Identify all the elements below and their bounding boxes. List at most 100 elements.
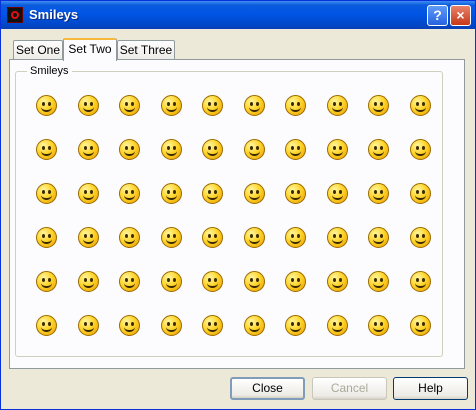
blank-smiley-icon[interactable] (278, 307, 312, 341)
top-hat-smiley-icon[interactable] (195, 175, 229, 209)
smiley-face-icon (368, 183, 389, 204)
crown-smiley-icon[interactable] (195, 219, 229, 253)
santa-smiley-icon[interactable] (403, 307, 437, 341)
laugh-smiley-icon[interactable] (278, 263, 312, 297)
sailboat-smiley-icon[interactable] (237, 87, 271, 121)
grimace-smiley-icon[interactable] (403, 263, 437, 297)
tab-set-two[interactable]: Set Two (63, 38, 117, 61)
title-bar[interactable]: Smileys ? × (1, 1, 475, 29)
bandana-smiley-icon[interactable] (112, 219, 146, 253)
music-smiley-icon[interactable] (237, 307, 271, 341)
taz-smiley-icon[interactable] (71, 307, 105, 341)
coolie-hat-smiley-icon[interactable] (154, 131, 188, 165)
alien-smiley-icon[interactable] (71, 87, 105, 121)
chef-smiley-icon[interactable] (112, 131, 146, 165)
devil-smiley-icon[interactable] (403, 131, 437, 165)
cancel-button[interactable]: Cancel (312, 377, 387, 400)
smiley-face-icon (77, 139, 99, 160)
teddy-smiley-icon[interactable] (154, 219, 188, 253)
glasses-smiley-icon[interactable] (278, 219, 312, 253)
ruler-smiley-icon[interactable] (195, 307, 229, 341)
dead-smiley-icon[interactable] (403, 219, 437, 253)
chief-headdress-smiley-icon[interactable] (154, 263, 188, 297)
afro-smiley-icon[interactable] (29, 87, 63, 121)
smiley-face-icon (202, 315, 223, 336)
smiley-face-icon (36, 271, 57, 292)
smiley-face-icon (202, 95, 223, 116)
pirate-gun-smiley-icon[interactable] (320, 307, 354, 341)
kiss-smiley-icon[interactable] (237, 219, 271, 253)
smiley-face-icon (285, 315, 306, 336)
smiley-face-icon (77, 95, 99, 116)
headphones-smiley-icon[interactable] (154, 307, 188, 341)
harlequin-smiley-icon[interactable] (71, 219, 105, 253)
bandana-smiley-icon[interactable] (195, 87, 229, 121)
help-icon[interactable]: ? (427, 5, 448, 26)
shocked-smiley-icon[interactable] (112, 175, 146, 209)
pirate-smiley-icon[interactable] (112, 263, 146, 297)
tab-set-three[interactable]: Set Three (117, 40, 175, 60)
smiley-face-icon (36, 139, 57, 160)
smiley-face-icon (119, 139, 140, 160)
grin-smiley-icon[interactable] (195, 131, 229, 165)
drinking-smiley-icon[interactable] (154, 175, 188, 209)
smiley-face-icon (243, 271, 265, 292)
smiley-face-icon (368, 315, 389, 336)
mad-smiley-icon[interactable] (71, 263, 105, 297)
balloon-smiley-icon[interactable] (154, 87, 188, 121)
smiley-face-icon (160, 139, 182, 160)
sly-smiley-icon[interactable] (237, 131, 271, 165)
smiley-face-icon (409, 183, 431, 204)
smiley-face-icon (409, 271, 431, 292)
smiley-face-icon (160, 227, 182, 248)
wink-bruise-smiley-icon[interactable] (29, 307, 63, 341)
smirk-smiley-icon[interactable] (29, 175, 63, 209)
smiley-face-icon (326, 227, 348, 248)
party-hat-smiley-icon[interactable] (403, 175, 437, 209)
smiley-face-icon (119, 227, 140, 248)
group-label: Smileys (27, 65, 72, 77)
sick-smiley-icon[interactable] (195, 263, 229, 297)
hatched-chick-smiley-icon[interactable] (71, 175, 105, 209)
smiley-face-icon (326, 139, 348, 160)
flag-smiley-icon[interactable] (361, 175, 395, 209)
smiley-grid (29, 87, 439, 349)
sailor-smiley-icon[interactable] (237, 263, 271, 297)
flushed-smiley-icon[interactable] (237, 175, 271, 209)
smiley-face-icon (77, 227, 99, 248)
turban-smiley-icon[interactable] (112, 87, 146, 121)
ninja-smiley-icon[interactable] (320, 263, 354, 297)
cowboy-smiley-icon[interactable] (320, 131, 354, 165)
blush-smiley-icon[interactable] (320, 219, 354, 253)
smiley-face-icon (409, 315, 431, 336)
tab-set-one[interactable]: Set One (13, 40, 63, 60)
close-icon[interactable]: × (450, 5, 471, 26)
sleepy-smiley-icon[interactable] (320, 87, 354, 121)
wizard-smiley-icon[interactable] (361, 263, 395, 297)
app-icon (7, 7, 23, 23)
jester-smiley-icon[interactable] (320, 175, 354, 209)
smiley-face-icon (285, 183, 306, 204)
help-button[interactable]: Help (393, 377, 468, 400)
worried-smiley-icon[interactable] (278, 131, 312, 165)
close-button[interactable]: Close (230, 377, 305, 400)
angry-smiley-icon[interactable] (278, 175, 312, 209)
sleepy-smiley-icon[interactable] (112, 307, 146, 341)
smiley-face-icon (77, 315, 99, 336)
dizzy-smiley-icon[interactable] (361, 87, 395, 121)
smiley-face-icon (160, 315, 182, 336)
crying-bandana-smiley-icon[interactable] (29, 263, 63, 297)
batman-smiley-icon[interactable] (361, 307, 395, 341)
beer-smiley-icon[interactable] (71, 131, 105, 165)
smiley-face-icon (160, 95, 182, 116)
pirate-smiley-icon[interactable] (403, 87, 437, 121)
wolf-smiley-icon[interactable] (29, 131, 63, 165)
smiley-face-icon (36, 183, 57, 204)
smiley-face-icon (326, 183, 348, 204)
native-feather-smiley-icon[interactable] (361, 219, 395, 253)
smiley-face-icon (243, 95, 265, 116)
smiley-face-icon (326, 315, 348, 336)
detective-smiley-icon[interactable] (361, 131, 395, 165)
cigarette-smiley-icon[interactable] (278, 87, 312, 121)
idea-smiley-icon[interactable] (29, 219, 63, 253)
